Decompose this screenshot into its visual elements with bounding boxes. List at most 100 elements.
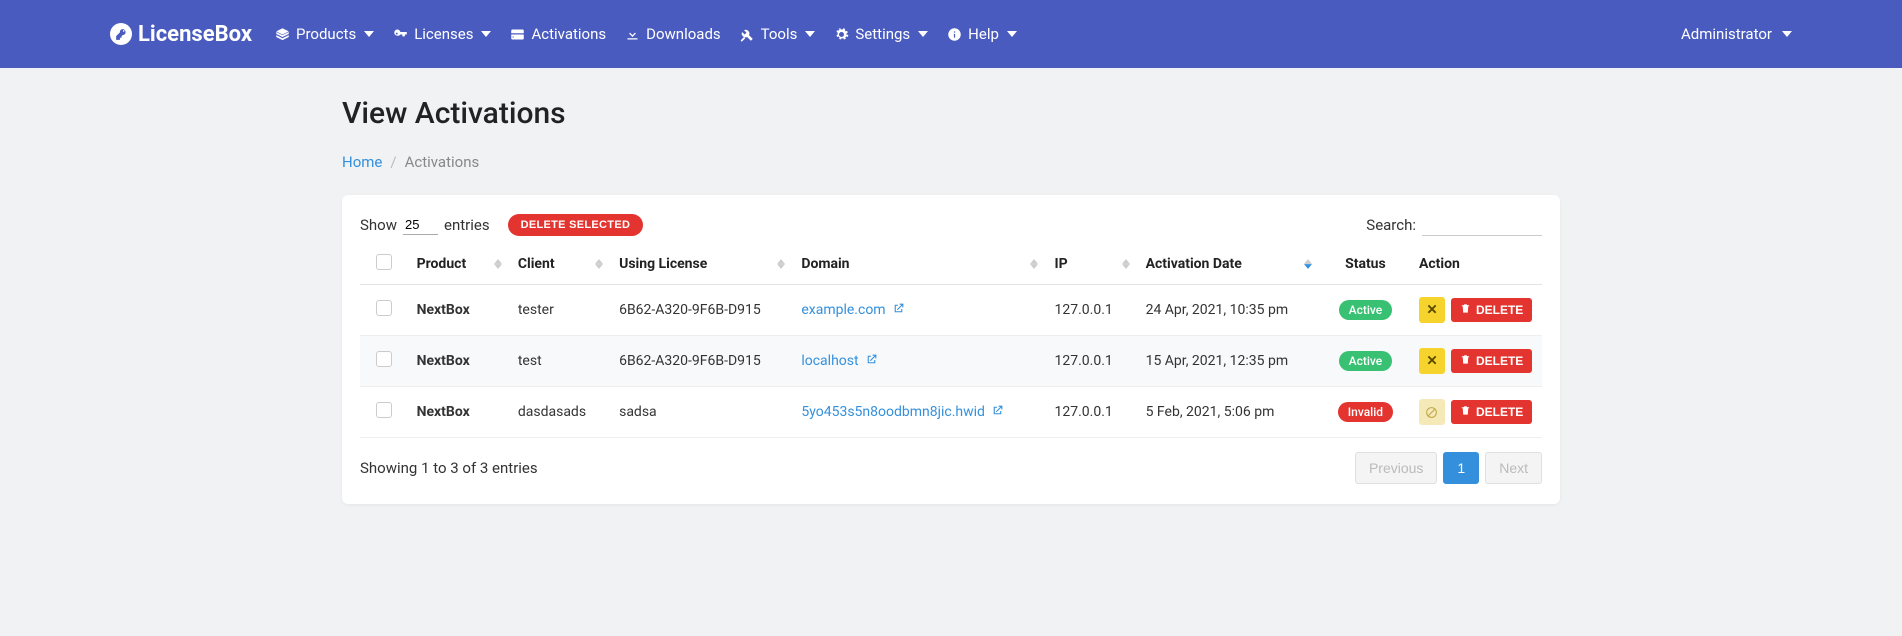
brand[interactable]: LicenseBox	[110, 22, 252, 47]
show-label-post: entries	[444, 216, 490, 234]
breadcrumb-current: Activations	[405, 153, 480, 171]
col-header-domain[interactable]: Domain	[793, 244, 1046, 285]
row-checkbox[interactable]	[376, 300, 392, 316]
status-badge: Invalid	[1338, 402, 1393, 422]
ip-cell: 127.0.0.1	[1046, 285, 1137, 336]
nav-label: Activations	[531, 25, 606, 43]
nav-label: Tools	[761, 25, 798, 43]
col-header-using-license[interactable]: Using License	[611, 244, 793, 285]
col-label: Domain	[801, 256, 849, 272]
pagination: Previous 1 Next	[1355, 452, 1542, 484]
col-label: Action	[1419, 256, 1460, 272]
cogs-icon	[833, 26, 849, 42]
brand-text: LicenseBox	[138, 22, 252, 47]
external-link-icon	[865, 353, 878, 370]
col-header-activation-date[interactable]: Activation Date	[1138, 244, 1320, 285]
col-header-client[interactable]: Client	[510, 244, 611, 285]
client-cell: test	[510, 336, 611, 387]
col-header-product[interactable]: Product	[409, 244, 510, 285]
deactivate-button[interactable]: ✕	[1419, 297, 1445, 323]
ip-cell: 127.0.0.1	[1046, 387, 1137, 438]
date-cell: 15 Apr, 2021, 12:35 pm	[1138, 336, 1320, 387]
sort-desc-icon	[1304, 259, 1312, 269]
nav-settings[interactable]: Settings	[833, 25, 928, 43]
page-1-button[interactable]: 1	[1443, 452, 1479, 484]
activations-card: Show 25 entries DELETE SELECTED Search: …	[342, 195, 1560, 504]
table-row: NextBoxtest6B62-A320-9F6B-D915localhost …	[360, 336, 1542, 387]
deactivate-button	[1419, 399, 1445, 425]
sort-icon	[1030, 259, 1038, 269]
domain-link[interactable]: 5yo453s5n8oodbmn8jic.hwid	[801, 404, 1004, 421]
prev-button[interactable]: Previous	[1355, 452, 1437, 484]
hdd-icon	[509, 26, 525, 42]
select-all-checkbox[interactable]	[376, 254, 392, 270]
brand-icon	[110, 23, 132, 45]
delete-button[interactable]: DELETE	[1451, 400, 1532, 424]
nav-help[interactable]: Help	[946, 25, 1017, 43]
nav-label: Licenses	[414, 25, 473, 43]
status-badge: Active	[1339, 300, 1393, 320]
nav-activations[interactable]: Activations	[509, 25, 606, 43]
col-label: Using License	[619, 256, 707, 272]
table-row: NextBoxtester6B62-A320-9F6B-D915 example.…	[360, 285, 1542, 336]
user-menu[interactable]: Administrator	[1681, 25, 1792, 43]
nav-downloads[interactable]: Downloads	[624, 25, 721, 43]
delete-label: DELETE	[1476, 354, 1523, 368]
domain-text: example.com	[801, 302, 885, 318]
nav-products[interactable]: Products	[274, 25, 374, 43]
row-checkbox[interactable]	[376, 351, 392, 367]
status-badge: Active	[1339, 351, 1393, 371]
delete-button[interactable]: DELETE	[1451, 349, 1532, 373]
external-link-icon	[991, 404, 1004, 421]
chevron-down-icon	[1007, 31, 1017, 37]
search-input[interactable]	[1422, 213, 1542, 236]
next-button[interactable]: Next	[1485, 452, 1542, 484]
tools-icon	[739, 26, 755, 42]
delete-selected-button[interactable]: DELETE SELECTED	[508, 214, 644, 236]
client-cell: tester	[510, 285, 611, 336]
license-cell: 6B62-A320-9F6B-D915	[611, 285, 793, 336]
chevron-down-icon	[481, 31, 491, 37]
row-checkbox[interactable]	[376, 402, 392, 418]
trash-icon	[1460, 354, 1471, 368]
col-label: IP	[1054, 256, 1067, 272]
search-label: Search:	[1366, 216, 1416, 234]
activations-table: ProductClient Using License Domain IP Activa…	[360, 244, 1542, 438]
col-header-action: Action	[1411, 244, 1542, 285]
nav-tools[interactable]: Tools	[739, 25, 816, 43]
domain-link[interactable]: localhost	[801, 353, 877, 370]
top-navbar: LicenseBox Products Licenses Activations Do…	[0, 0, 1902, 68]
chevron-down-icon	[364, 31, 374, 37]
chevron-down-icon	[805, 31, 815, 37]
nav-label: Products	[296, 25, 356, 43]
info-icon	[946, 26, 962, 42]
page-title: View Activations	[342, 96, 1560, 131]
license-cell: sadsa	[611, 387, 793, 438]
col-header-ip[interactable]: IP	[1046, 244, 1137, 285]
show-label-pre: Show	[360, 216, 397, 234]
col-header-check	[360, 244, 409, 285]
sort-icon	[1122, 259, 1130, 269]
chevron-down-icon	[1782, 31, 1792, 37]
nav-label: Downloads	[646, 25, 721, 43]
sort-icon	[595, 259, 603, 269]
delete-button[interactable]: DELETE	[1451, 298, 1532, 322]
col-label: Activation Date	[1146, 256, 1242, 272]
download-icon	[624, 26, 640, 42]
product-cell: NextBox	[409, 285, 510, 336]
date-cell: 5 Feb, 2021, 5:06 pm	[1138, 387, 1320, 438]
breadcrumb-home[interactable]: Home	[342, 153, 382, 171]
date-cell: 24 Apr, 2021, 10:35 pm	[1138, 285, 1320, 336]
col-header-status[interactable]: Status	[1320, 244, 1411, 285]
nav-licenses[interactable]: Licenses	[392, 25, 491, 43]
deactivate-button[interactable]: ✕	[1419, 348, 1445, 374]
external-link-icon	[892, 302, 905, 319]
entries-info: Showing 1 to 3 of 3 entries	[360, 459, 538, 477]
product-cell: NextBox	[409, 336, 510, 387]
entries-select[interactable]: 25	[403, 215, 438, 235]
domain-link[interactable]: example.com	[801, 302, 904, 319]
key-icon	[392, 26, 408, 42]
delete-label: DELETE	[1476, 405, 1523, 419]
nav-label: Settings	[855, 25, 910, 43]
table-row: NextBoxdasdasadssadsa5yo453s5n8oodbmn8ji…	[360, 387, 1542, 438]
